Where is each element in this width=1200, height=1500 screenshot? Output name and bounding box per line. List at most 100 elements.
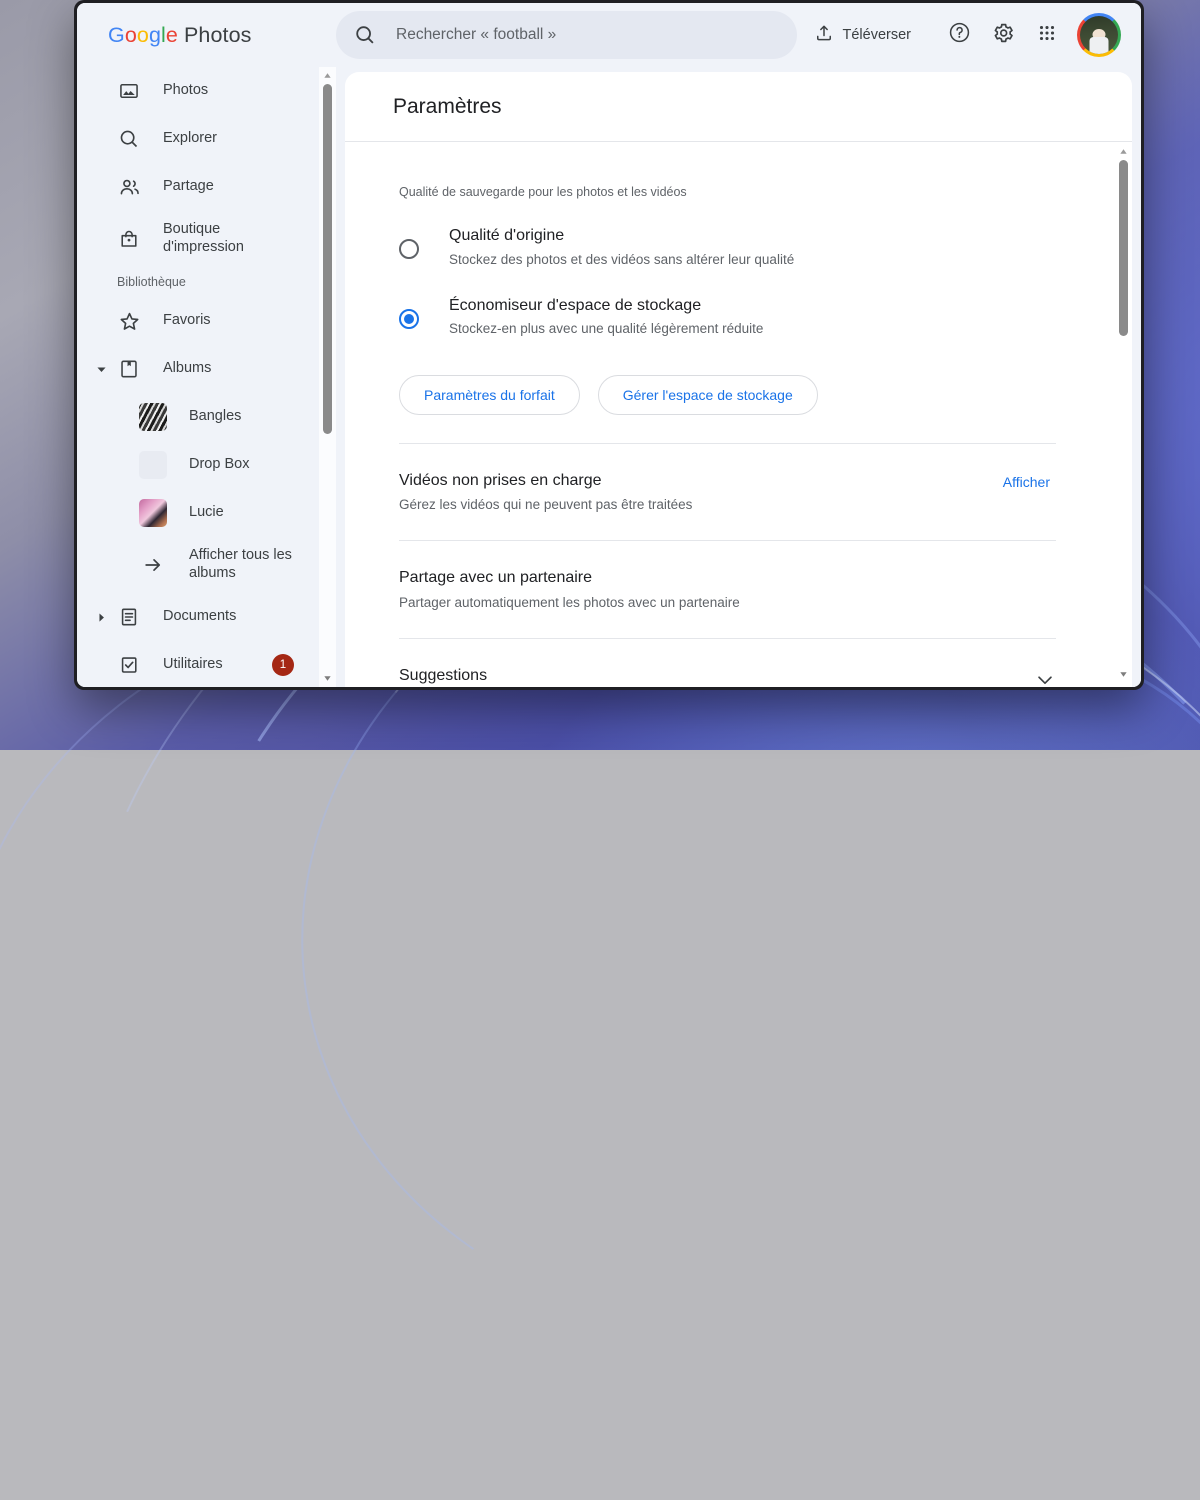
help-circle-icon: [948, 21, 971, 49]
sidebar-item-label: Explorer: [163, 130, 217, 147]
sidebar-section-bibliotheque: Bibliothèque: [117, 275, 186, 289]
arrow-right-icon: [139, 551, 167, 579]
sidebar-album-lucie[interactable]: Lucie: [77, 489, 310, 537]
settings-panel: Paramètres Qualité de sauvegarde pour le…: [345, 72, 1132, 687]
sidebar-show-all-albums[interactable]: Afficher tous les albums: [77, 537, 310, 593]
logo-letter-o1: o: [124, 22, 137, 47]
caret-down-icon[interactable]: [91, 359, 111, 379]
upload-icon: [814, 23, 834, 48]
document-icon: [117, 605, 141, 629]
chevron-down-icon[interactable]: [1034, 665, 1056, 687]
panel-header: Paramètres: [345, 72, 1132, 142]
radio-option-subtitle: Stockez des photos et des vidéos sans al…: [449, 251, 795, 267]
sidebar-album-label: Lucie: [189, 504, 224, 521]
content-scroll-track[interactable]: [1115, 160, 1132, 666]
sidebar-item-utilitaires[interactable]: Utilitaires 1: [77, 641, 310, 687]
sidebar-album-label: Drop Box: [189, 456, 250, 473]
upload-button[interactable]: Téléverser: [804, 15, 922, 55]
scroll-down-icon[interactable]: [323, 670, 332, 687]
google-photos-logo[interactable]: Google Photos: [77, 23, 336, 48]
radio-option-title: Qualité d'origine: [449, 227, 565, 244]
caret-placeholder: [91, 655, 111, 675]
dropbox-thumbnail: [139, 451, 167, 479]
logo-letter-g: G: [108, 22, 125, 47]
sidebar-item-label: Photos: [163, 82, 209, 99]
upload-label: Téléverser: [842, 27, 912, 43]
settings-list: Qualité de sauvegarde pour les photos et…: [345, 143, 1110, 687]
gear-icon: [991, 21, 1015, 50]
sidebar-scroll-thumb[interactable]: [323, 84, 332, 434]
scroll-down-icon[interactable]: [1119, 666, 1128, 687]
app-body: Photos Explorer Partage Boutique d'impre…: [77, 67, 1141, 687]
app-header: Google Photos Téléverser: [77, 3, 1141, 67]
radio-button-unselected[interactable]: [399, 239, 419, 259]
people-icon: [117, 175, 141, 199]
status-badge: 1: [272, 654, 294, 676]
setting-row-suggestions[interactable]: Suggestions Gérez les types de suggestio…: [399, 638, 1056, 687]
photo-icon: [117, 79, 141, 103]
sidebar-scroll-track[interactable]: [319, 84, 336, 670]
avatar-photo: [1080, 16, 1118, 54]
radio-option-qualite-origine[interactable]: Qualité d'origine Stockez des photos et …: [399, 225, 1056, 269]
sidebar-item-explorer[interactable]: Explorer: [77, 115, 310, 163]
content-area: Paramètres Qualité de sauvegarde pour le…: [336, 67, 1141, 687]
plan-settings-button[interactable]: Paramètres du forfait: [399, 374, 580, 415]
sidebar-album-label: Bangles: [189, 408, 242, 425]
setting-row-text: Partage avec un partenaire Partager auto…: [399, 567, 1056, 612]
setting-row-text: Suggestions Gérez les types de suggestio…: [399, 665, 1034, 687]
content-scrollbar[interactable]: [1115, 143, 1132, 687]
apps-grid-icon: [1036, 22, 1058, 49]
sidebar-item-label: Partage: [163, 178, 214, 195]
logo-letter-e: e: [165, 22, 178, 47]
radio-option-text: Qualité d'origine Stockez des photos et …: [449, 225, 794, 269]
backup-quality-group-label: Qualité de sauvegarde pour les photos et…: [399, 185, 687, 199]
search-icon: [117, 127, 141, 151]
album-icon: [117, 357, 141, 381]
sidebar-item-photos[interactable]: Photos: [77, 67, 310, 115]
settings-button[interactable]: [981, 13, 1025, 57]
sidebar-item-favoris[interactable]: Favoris: [77, 297, 310, 345]
sidebar-scrollbar[interactable]: [319, 67, 336, 687]
apps-button[interactable]: [1025, 13, 1069, 57]
search-input[interactable]: [394, 25, 779, 45]
lucie-thumbnail: [139, 499, 167, 527]
scroll-up-icon[interactable]: [323, 67, 332, 84]
afficher-link[interactable]: Afficher: [1003, 470, 1056, 490]
content-scroll-thumb[interactable]: [1119, 160, 1128, 336]
bangles-thumbnail: [139, 403, 167, 431]
sidebar: Photos Explorer Partage Boutique d'impre…: [77, 67, 336, 687]
avatar-torso: [1089, 37, 1109, 54]
logo-letter-o2: o: [136, 22, 149, 47]
sidebar-item-albums[interactable]: Albums: [77, 345, 310, 393]
checkbox-icon: [117, 653, 141, 677]
setting-row-subtitle: Partager automatiquement les photos avec…: [399, 595, 740, 611]
storage-buttons: Paramètres du forfait Gérer l'espace de …: [399, 374, 1056, 415]
app-window: Google Photos Téléverser: [74, 0, 1144, 690]
app-chrome: Google Photos Téléverser: [77, 3, 1141, 687]
sidebar-album-drop-box[interactable]: Drop Box: [77, 441, 310, 489]
sidebar-item-label: Boutique d'impression: [163, 221, 244, 255]
search-bar[interactable]: [336, 11, 797, 59]
sidebar-album-bangles[interactable]: Bangles: [77, 393, 310, 441]
avatar[interactable]: [1077, 13, 1121, 57]
radio-option-title: Économiseur d'espace de stockage: [449, 296, 702, 314]
scroll-up-icon[interactable]: [1119, 143, 1128, 160]
radio-button-selected[interactable]: [399, 308, 419, 329]
header-actions: Téléverser: [804, 13, 1142, 57]
help-button[interactable]: [937, 13, 981, 57]
manage-storage-button[interactable]: Gérer l'espace de stockage: [597, 374, 818, 415]
radio-option-economiseur-espace[interactable]: Économiseur d'espace de stockage Stockez…: [399, 295, 1056, 339]
sidebar-item-partage[interactable]: Partage: [77, 163, 310, 211]
setting-row-title: Suggestions: [399, 667, 488, 685]
sidebar-show-all-albums-label: Afficher tous les albums: [189, 547, 292, 581]
logo-letter-g2: g: [148, 22, 162, 47]
setting-row-videos-non-prises-en-charge[interactable]: Vidéos non prises en charge Gérez les vi…: [399, 442, 1056, 541]
setting-row-text: Vidéos non prises en charge Gérez les vi…: [399, 470, 1003, 515]
sidebar-item-boutique-impression[interactable]: Boutique d'impression: [77, 211, 310, 267]
star-icon: [117, 309, 141, 333]
sidebar-nav: Photos Explorer Partage Boutique d'impre…: [77, 67, 318, 687]
setting-row-partage-partenaire[interactable]: Partage avec un partenaire Partager auto…: [399, 540, 1056, 638]
caret-right-icon[interactable]: [91, 607, 111, 627]
sidebar-item-label: Documents: [163, 608, 237, 625]
sidebar-item-documents[interactable]: Documents: [77, 593, 310, 641]
